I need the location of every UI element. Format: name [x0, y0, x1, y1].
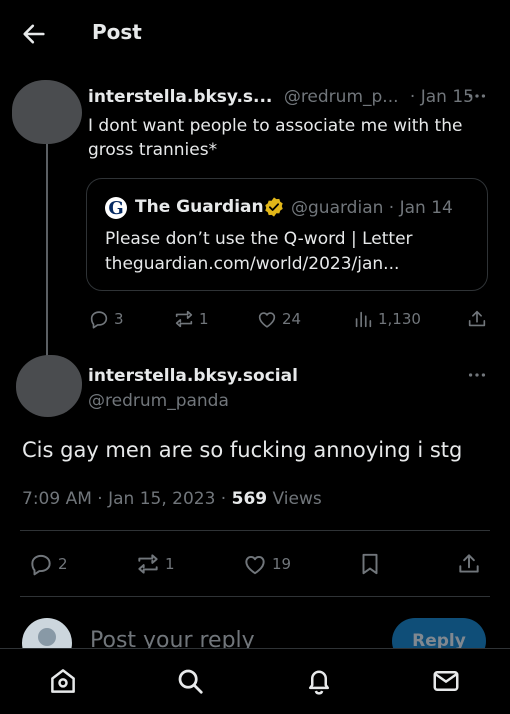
post-timestamp[interactable]: 7:09 AM · Jan 15, 2023 ·	[22, 489, 232, 509]
like-button[interactable]: 24	[256, 308, 301, 330]
post-timestamp-row: 7:09 AM · Jan 15, 2023 · 569 Views	[22, 489, 322, 509]
mail-icon[interactable]	[431, 666, 461, 696]
share-icon[interactable]	[456, 551, 482, 577]
search-icon[interactable]	[175, 666, 205, 696]
bookmark-icon[interactable]	[357, 551, 383, 577]
bottom-nav	[0, 648, 510, 714]
thread-line	[46, 140, 48, 358]
like-count: 24	[282, 310, 302, 328]
back-arrow-icon[interactable]	[20, 20, 48, 48]
verified-badge-icon	[265, 197, 283, 217]
like-icon	[258, 312, 276, 328]
display-name[interactable]: interstella.bksy.s...	[88, 87, 272, 107]
like-button[interactable]: 19	[242, 551, 291, 577]
like-icon	[245, 555, 265, 575]
quoted-headline: Please don’t use the Q-word | Letter	[105, 229, 413, 249]
guardian-logo: G	[105, 197, 127, 219]
quoted-post[interactable]: G The Guardian @guardian · Jan 14 Please…	[86, 178, 488, 291]
views-total: 569	[231, 489, 268, 509]
views-button[interactable]: 1,130	[352, 308, 421, 330]
like-count: 19	[272, 555, 292, 573]
quoted-handle-date: @guardian · Jan 14	[291, 198, 453, 218]
divider	[20, 596, 490, 597]
views-icon	[355, 311, 372, 328]
quoted-display-name: The Guardian	[135, 197, 264, 217]
divider	[20, 530, 490, 531]
reply-count: 2	[58, 555, 68, 573]
more-icon[interactable]	[466, 85, 488, 107]
views-label: Views	[267, 489, 322, 509]
reply-icon	[90, 311, 108, 329]
top-bar: Post	[0, 0, 510, 66]
post-date[interactable]: · Jan 15	[410, 87, 474, 107]
repost-count: 1	[199, 310, 209, 328]
views-count: 1,130	[378, 310, 421, 328]
reply-count: 3	[114, 310, 124, 328]
repost-button[interactable]: 1	[173, 308, 209, 330]
handle[interactable]: @redrum_p...	[284, 87, 399, 107]
page-title: Post	[92, 20, 142, 44]
repost-icon	[138, 554, 158, 574]
repost-icon	[175, 310, 193, 328]
home-icon[interactable]	[48, 666, 78, 696]
post-text: Cis gay men are so fucking annoying i st…	[22, 438, 463, 462]
repost-button[interactable]: 1	[135, 551, 175, 577]
avatar[interactable]	[12, 80, 82, 144]
display-name[interactable]: interstella.bksy.social	[88, 366, 298, 386]
more-icon[interactable]	[466, 364, 488, 386]
post-text: I dont want people to associate me with …	[88, 116, 463, 160]
reply-button[interactable]: 2	[28, 551, 68, 577]
bell-icon[interactable]	[304, 666, 334, 696]
quoted-link[interactable]: theguardian.com/world/2023/jan...	[105, 252, 475, 277]
handle[interactable]: @redrum_panda	[88, 391, 229, 411]
share-icon[interactable]	[466, 308, 488, 330]
reply-button[interactable]: 3	[88, 308, 124, 330]
avatar[interactable]	[16, 355, 82, 417]
repost-count: 1	[165, 555, 175, 573]
reply-icon	[31, 554, 51, 576]
